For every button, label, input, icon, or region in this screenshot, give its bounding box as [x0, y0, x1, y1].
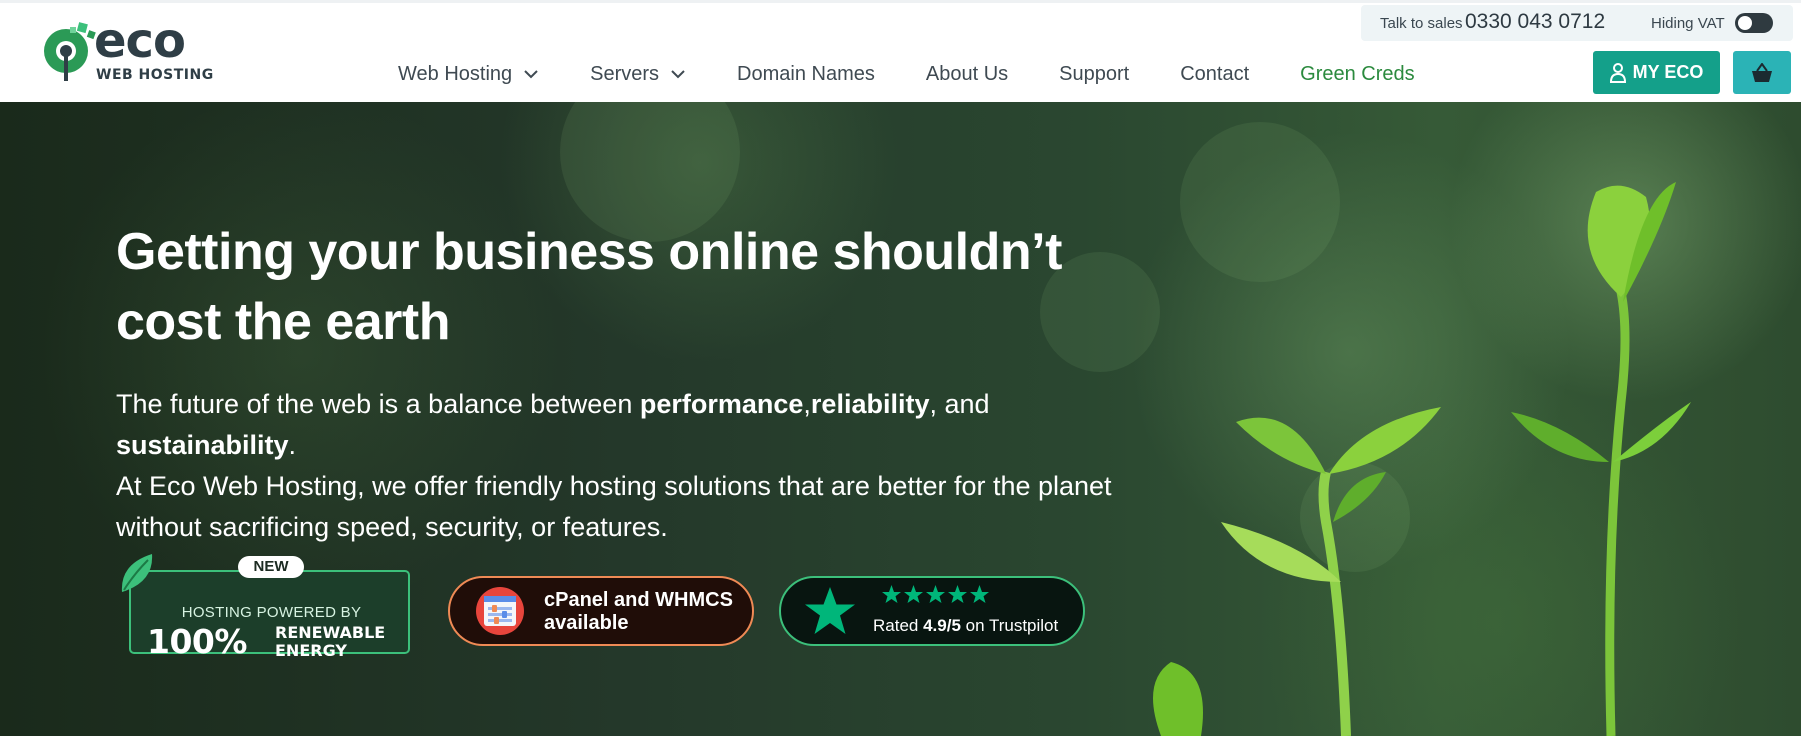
renewable-percent: 100%: [147, 622, 247, 661]
hero-text-bold: sustainability: [116, 430, 289, 460]
cart-button[interactable]: [1733, 51, 1791, 94]
vat-toggle-knob: [1738, 16, 1752, 30]
new-badge: NEW: [238, 556, 304, 578]
leaf-icon: [121, 554, 153, 592]
hero-text-part: ,: [803, 389, 811, 419]
cpanel-line2: available: [544, 612, 629, 634]
nav-green-creds[interactable]: Green Creds: [1300, 63, 1415, 86]
hero-text-part: .: [288, 430, 297, 460]
my-eco-button[interactable]: MY ECO: [1593, 51, 1720, 94]
trustpilot-star-icon: [805, 587, 855, 634]
cpanel-text: cPanel and WHMCS available: [544, 589, 733, 635]
vat-toggle[interactable]: [1735, 13, 1773, 33]
logo-leaf-icon: [44, 22, 96, 81]
chevron-down-icon: [524, 70, 538, 79]
hero-text-line2: At Eco Web Hosting, we offer friendly ho…: [116, 471, 1112, 501]
logo-subtitle: WEB HOSTING: [96, 67, 214, 83]
nav-contact[interactable]: Contact: [1180, 63, 1249, 86]
cpanel-whmcs-badge[interactable]: cPanel and WHMCS available: [448, 576, 754, 646]
renewable-energy-badge[interactable]: HOSTING POWERED BY 100% RENEWABLE ENERGY…: [118, 552, 412, 661]
trustpilot-score: 4.9/5: [923, 616, 961, 635]
trustpilot-suffix: on Trustpilot: [960, 616, 1059, 635]
nav-support[interactable]: Support: [1059, 63, 1129, 86]
renewable-word2: ENERGY: [275, 641, 347, 660]
hero-title-line1: Getting your business online shouldn’t: [116, 223, 1062, 281]
sales-phone-link[interactable]: 0330 043 0712: [1465, 10, 1605, 34]
hero-text-line3: without sacrificing speed, security, or …: [116, 512, 668, 542]
nav-label: Web Hosting: [398, 62, 513, 85]
renewable-word1: RENEWABLE: [275, 623, 386, 642]
vat-toggle-label: Hiding VAT: [1651, 15, 1725, 32]
hero-text-bold: reliability: [810, 389, 930, 419]
hero-title-line2: cost the earth: [116, 293, 450, 351]
renewable-badge-box: HOSTING POWERED BY 100% RENEWABLE ENERGY: [129, 570, 410, 661]
nav-servers[interactable]: Servers: [590, 63, 686, 86]
nav-about-us[interactable]: About Us: [926, 63, 1008, 86]
hero-section: Getting your business online shouldn’t c…: [0, 102, 1801, 736]
sales-bar: Talk to sales 0330 043 0712 Hiding VAT: [1361, 5, 1793, 41]
star-icon: [904, 585, 923, 603]
trustpilot-badge[interactable]: Rated 4.9/5 on Trustpilot: [779, 576, 1085, 646]
eco-logo[interactable]: eco WEB HOSTING: [40, 17, 220, 87]
trustpilot-rating-stars: [881, 584, 991, 604]
site-header: eco WEB HOSTING Talk to sales 0330 043 0…: [0, 0, 1801, 102]
renewable-energy-words: RENEWABLE ENERGY: [275, 624, 385, 660]
my-eco-label: MY ECO: [1632, 62, 1704, 82]
basket-icon: [1752, 62, 1772, 82]
star-icon: [970, 585, 989, 603]
nav-domain-names[interactable]: Domain Names: [737, 63, 875, 86]
talk-to-sales-label: Talk to sales: [1380, 15, 1463, 32]
user-icon: [1609, 62, 1626, 83]
hero-text-bold: performance: [639, 389, 804, 419]
hero-description: The future of the web is a balance betwe…: [116, 384, 1176, 548]
nav-web-hosting[interactable]: Web Hosting: [398, 63, 539, 86]
trustpilot-rated: Rated: [873, 616, 924, 635]
cpanel-line1: cPanel and WHMCS: [544, 589, 733, 611]
logo-wordmark: eco: [94, 13, 186, 69]
star-icon: [948, 585, 967, 603]
nav-label: Servers: [590, 62, 660, 85]
seedling-illustration: [1153, 182, 1691, 736]
star-icon: [926, 585, 945, 603]
trustpilot-text: Rated 4.9/5 on Trustpilot: [873, 616, 1058, 636]
hero-text-part: , and: [929, 389, 990, 419]
hero-text-part: The future of the web is a balance betwe…: [116, 389, 640, 419]
main-nav: Web Hosting Servers Domain Names About U…: [398, 61, 1466, 87]
hero-title: Getting your business online shouldn’t c…: [116, 217, 1096, 357]
renewable-line1: HOSTING POWERED BY: [181, 604, 362, 621]
star-icon: [882, 585, 901, 603]
chevron-down-icon: [671, 70, 685, 79]
cpanel-icon: [476, 587, 524, 635]
